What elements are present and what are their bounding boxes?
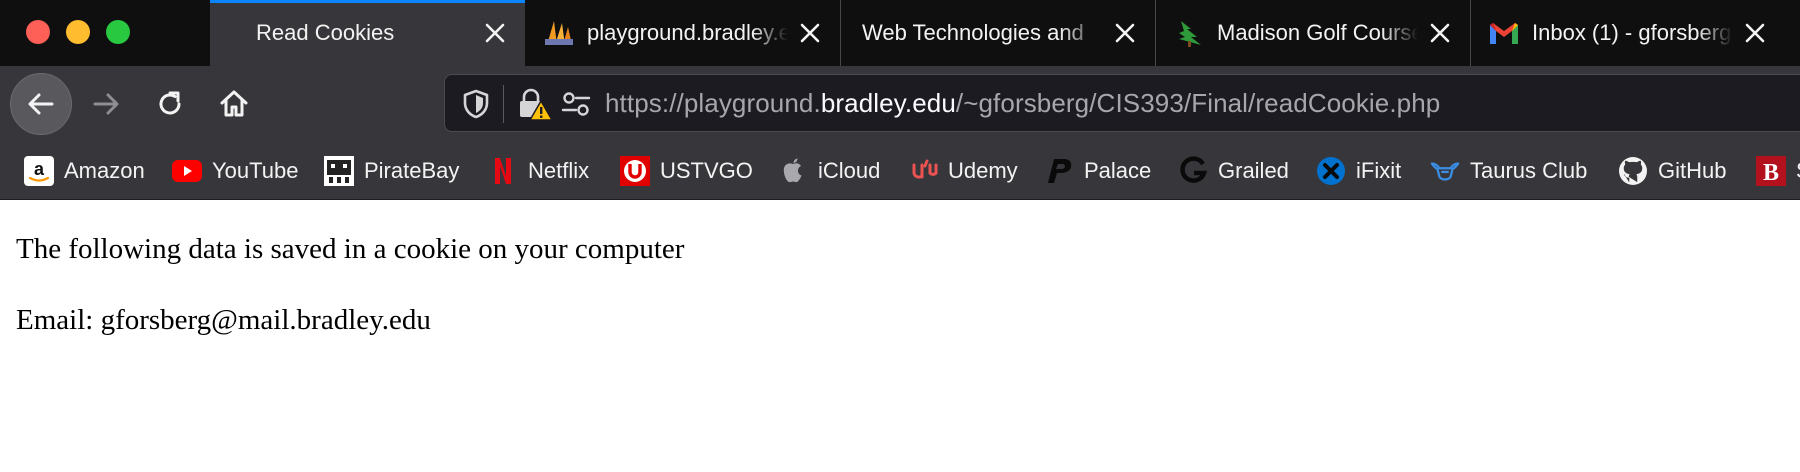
bookmark-amazon[interactable]: a Amazon: [24, 142, 145, 199]
arrow-right-icon: [93, 93, 119, 115]
udemy-icon: [908, 156, 938, 186]
youtube-icon: [172, 156, 202, 186]
golf-pine-icon: [1173, 17, 1205, 49]
window-maximize-button[interactable]: [106, 20, 130, 44]
bookmark-ustvgo[interactable]: USTVGO: [620, 142, 753, 199]
amazon-icon: a: [24, 156, 54, 186]
forward-button[interactable]: [78, 76, 134, 132]
home-icon: [220, 90, 248, 117]
taurus-icon: [1430, 156, 1460, 186]
address-bar[interactable]: https://playground.bradley.edu/~gforsber…: [444, 74, 1800, 132]
tab-read-cookies[interactable]: Read Cookies: [210, 0, 525, 66]
ifixit-icon: [1316, 156, 1346, 186]
cookie-intro-text: The following data is saved in a cookie …: [16, 233, 685, 265]
close-icon[interactable]: [796, 19, 824, 47]
tab-strip: Read Cookies playground.bradley.edu Web …: [0, 0, 1800, 66]
bookmark-label: Palace: [1084, 158, 1152, 183]
bookmark-netflix[interactable]: Netflix: [488, 142, 590, 199]
ustvgo-icon: [620, 156, 650, 186]
tab-title: Inbox (1) - gforsberg: [1532, 20, 1732, 45]
bookmark-label: Taurus Club: [1470, 158, 1588, 183]
bookmark-label: YouTube: [212, 158, 299, 183]
palace-icon: [1044, 156, 1074, 186]
cookie-email-text: Email: gforsberg@mail.bradley.edu: [16, 304, 431, 336]
tab-title: playground.bradley.edu: [587, 20, 788, 45]
bookmark-palace[interactable]: Palace: [1044, 142, 1152, 199]
tab-madison-golf[interactable]: Madison Golf Course: [1155, 0, 1470, 66]
apple-icon: [778, 156, 808, 186]
bookmark-taurus-club[interactable]: Taurus Club: [1430, 142, 1588, 199]
window-close-button[interactable]: [26, 20, 50, 44]
tab-title: Read Cookies: [256, 20, 395, 45]
insecure-lock-warning-icon[interactable]: [517, 87, 553, 121]
page-content: The following data is saved in a cookie …: [0, 200, 1800, 472]
tracking-protection-shield-icon[interactable]: [459, 87, 493, 121]
close-icon[interactable]: [481, 19, 509, 47]
bookmarks-toolbar: a Amazon YouTube PirateBay Netflix USTVG…: [0, 142, 1800, 200]
url-domain: bradley.edu: [820, 88, 956, 118]
permissions-sliders-icon[interactable]: [559, 87, 593, 121]
svg-text:a: a: [34, 159, 45, 179]
arrow-left-icon: [28, 93, 54, 115]
bookmark-grailed[interactable]: Grailed: [1178, 142, 1289, 199]
close-icon[interactable]: [1426, 19, 1454, 47]
bookmark-icloud[interactable]: iCloud: [778, 142, 881, 199]
tab-title: Madison Golf Course: [1217, 20, 1418, 45]
bookmark-youtube[interactable]: YouTube: [172, 142, 299, 199]
gmail-icon: [1488, 17, 1520, 49]
bookmark-label: Amazon: [64, 158, 145, 183]
close-icon[interactable]: [1741, 19, 1769, 47]
url-prefix: https://playground.: [605, 88, 821, 118]
reload-button[interactable]: [142, 76, 198, 132]
url-text[interactable]: https://playground.bradley.edu/~gforsber…: [605, 75, 1440, 131]
url-path: /~gforsberg/CIS393/Final/readCookie.php: [955, 88, 1441, 118]
bookmark-label: Netflix: [528, 158, 590, 183]
github-icon: [1618, 156, 1648, 186]
bookmark-label: GitHub: [1658, 158, 1727, 183]
close-icon[interactable]: [1111, 19, 1139, 47]
bookmark-label: Udemy: [948, 158, 1018, 183]
bookmark-bradley[interactable]: B S: [1756, 142, 1800, 199]
grailed-icon: [1178, 156, 1208, 186]
tab-gmail-inbox[interactable]: Inbox (1) - gforsberg: [1470, 0, 1785, 66]
bookmark-ifixit[interactable]: iFixit: [1316, 142, 1402, 199]
back-button[interactable]: [10, 73, 72, 135]
tab-playground[interactable]: playground.bradley.edu: [525, 0, 840, 66]
piratebay-icon: [324, 156, 354, 186]
bookmark-label: Grailed: [1218, 158, 1289, 183]
bookmark-piratebay[interactable]: PirateBay: [324, 142, 460, 199]
bookmark-udemy[interactable]: Udemy: [908, 142, 1018, 199]
svg-text:B: B: [1763, 160, 1779, 186]
tab-web-technologies[interactable]: Web Technologies and: [840, 0, 1155, 66]
bookmark-label: S: [1796, 158, 1800, 184]
window-minimize-button[interactable]: [66, 20, 90, 44]
reload-icon: [159, 91, 181, 115]
tab-title: Web Technologies and: [862, 20, 1084, 45]
bookmark-label: USTVGO: [660, 158, 753, 183]
pma-logo-icon: [543, 17, 575, 49]
netflix-icon: [488, 156, 518, 186]
bookmark-label: iFixit: [1356, 158, 1402, 183]
home-button[interactable]: [206, 76, 262, 132]
navigation-toolbar: https://playground.bradley.edu/~gforsber…: [0, 66, 1800, 142]
address-bar-divider: [503, 85, 504, 123]
bookmark-label: PirateBay: [364, 158, 460, 183]
bookmark-github[interactable]: GitHub: [1618, 142, 1727, 199]
bradley-icon: B: [1756, 156, 1786, 186]
bookmark-label: iCloud: [818, 158, 881, 183]
